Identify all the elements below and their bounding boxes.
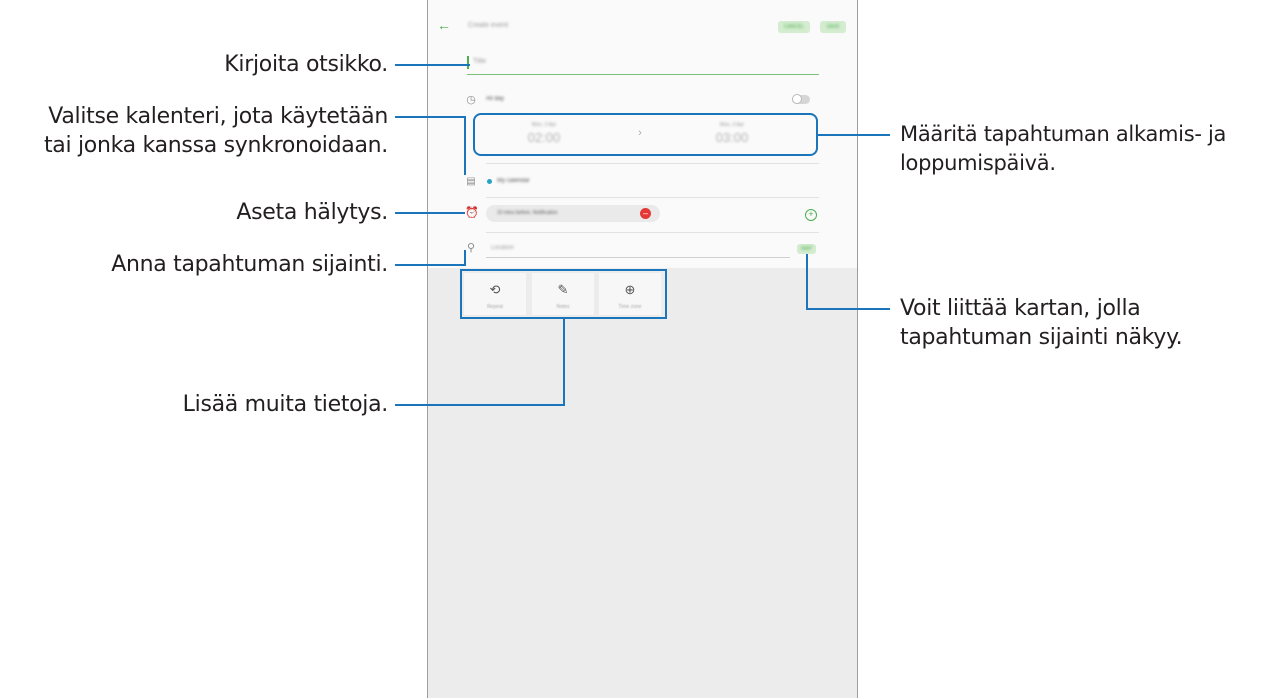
reminder-chip[interactable]: 10 mins before, Notification – <box>486 205 660 222</box>
location-leader-vertical <box>464 250 466 266</box>
all-day-toggle[interactable] <box>792 94 810 104</box>
alarm-leader <box>395 212 465 214</box>
callout-map-line2: tapahtuman sijainti näkyy. <box>900 325 1183 350</box>
divider <box>486 163 819 164</box>
toggle-knob <box>792 94 802 104</box>
callout-dates-line2: loppumispäivä. <box>900 151 1056 175</box>
save-button[interactable]: SAVE <box>820 21 846 33</box>
callout-calendar-line1: Valitse kalenteri, jota käytetään <box>48 104 388 129</box>
location-leader <box>395 264 465 266</box>
date-range-highlight <box>473 113 818 156</box>
divider <box>486 197 819 198</box>
callout-dates-line1: Määritä tapahtuman alkamis- ja <box>900 122 1227 146</box>
title-input[interactable]: Title <box>473 58 486 65</box>
options-leader <box>395 404 565 406</box>
all-day-label: All day <box>486 96 505 102</box>
callout-alarm: Aseta hälytys. <box>236 200 388 225</box>
map-button[interactable]: MAP <box>797 244 816 254</box>
divider <box>486 232 819 233</box>
callout-title: Kirjoita otsikko. <box>224 52 388 77</box>
calendar-color-dot <box>487 179 492 184</box>
map-leader <box>806 308 890 310</box>
callout-map-line1: Voit liittää kartan, jolla <box>900 296 1141 321</box>
location-input[interactable]: Location <box>491 245 514 251</box>
add-reminder-icon[interactable]: + <box>805 209 817 221</box>
location-underline <box>486 257 790 258</box>
calendar-leader-vertical <box>464 116 466 175</box>
title-leader <box>395 64 470 66</box>
callout-calendar-line2: tai jonka kanssa synkronoidaan. <box>43 133 388 158</box>
cancel-button[interactable]: CANCEL <box>778 21 810 33</box>
options-highlight <box>460 269 667 319</box>
dates-leader <box>817 134 890 136</box>
location-pin-icon: ⚲ <box>466 242 476 254</box>
clock-icon: ◷ <box>466 94 476 106</box>
remove-reminder-icon[interactable]: – <box>640 208 651 219</box>
page-title: Create event <box>468 22 509 29</box>
title-underline <box>467 74 819 75</box>
title-cursor <box>467 56 469 69</box>
calendar-leader <box>395 116 465 118</box>
callout-location: Anna tapahtuman sijainti. <box>111 252 388 277</box>
calendar-icon: ▤ <box>466 176 476 187</box>
options-leader-vertical <box>563 318 565 406</box>
callout-more-info: Lisää muita tietoja. <box>182 392 389 417</box>
back-arrow-icon[interactable]: ← <box>437 18 451 32</box>
calendar-select[interactable]: My calendar <box>497 178 530 184</box>
alarm-icon: ⏰ <box>465 207 479 219</box>
map-leader-vertical <box>806 254 808 310</box>
